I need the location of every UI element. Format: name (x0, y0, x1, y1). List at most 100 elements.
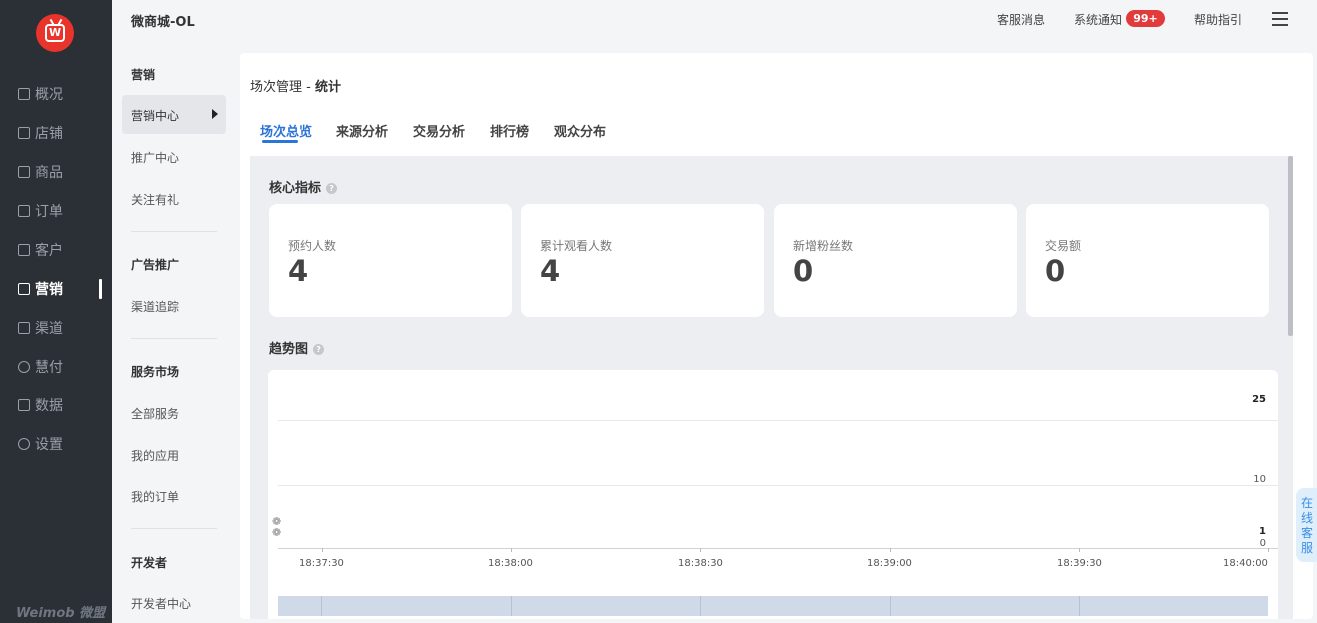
metric-label: 交易额 (1045, 239, 1082, 253)
nav-label: 设置 (35, 437, 63, 453)
tab-audience-distribution[interactable]: 观众分布 (554, 121, 606, 140)
data-icon (18, 399, 30, 411)
online-service-label: 在线客服 (1301, 496, 1314, 555)
help-question-icon[interactable]: ? (313, 344, 325, 355)
breadcrumb-current: 统计 (314, 80, 341, 95)
stats-panel: 核心指标? 预约人数 4 累计观看人数 4 新增粉丝数 0 交易额 0 趋势图?… (250, 156, 1293, 619)
subnav-item-follow-gift[interactable]: 关注有礼 (131, 191, 179, 208)
subnav-item-label: 营销中心 (131, 109, 180, 123)
subnav-item-all-services[interactable]: 全部服务 (131, 405, 179, 422)
help-guide-link[interactable]: 帮助指引 (1194, 11, 1242, 28)
legend-icon[interactable]: ❁ ❁ (272, 516, 281, 538)
store-icon (18, 127, 30, 139)
nav-label: 客户 (35, 243, 63, 259)
x-tick-label: 18:38:30 (678, 558, 723, 569)
panel-scrollbar[interactable] (1288, 156, 1293, 336)
tab-source-analysis[interactable]: 来源分析 (336, 121, 388, 140)
nav-label: 营销 (35, 282, 63, 298)
app-title: 微商城-OL (131, 15, 195, 30)
menu-icon[interactable] (1272, 12, 1288, 26)
channel-icon (18, 322, 30, 334)
metric-card-reservations: 预约人数 4 (269, 204, 512, 317)
weimob-logo-icon[interactable]: W (36, 14, 74, 52)
nav-item-goods[interactable]: 商品 (0, 160, 112, 184)
active-indicator (99, 279, 102, 299)
main-nav: W 概况 店铺 商品 订单 客户 营销 渠道 慧付 数据 设置 Weimob 微… (0, 0, 112, 623)
tab-trade-analysis[interactable]: 交易分析 (413, 121, 465, 140)
metric-card-trade-amount: 交易额 0 (1026, 204, 1269, 317)
metric-card-new-fans: 新增粉丝数 0 (774, 204, 1017, 317)
metric-value: 4 (288, 254, 309, 288)
subnav-item-developer-center[interactable]: 开发者中心 (131, 595, 191, 612)
x-tick-label: 18:37:30 (299, 558, 344, 569)
x-tick-label: 18:40:00 (1223, 558, 1268, 569)
x-tick (1079, 548, 1080, 552)
nav-label: 店铺 (35, 126, 63, 142)
x-tick-label: 18:39:30 (1057, 558, 1102, 569)
gridline (278, 420, 1278, 421)
y-tick-label: 0 (1259, 538, 1266, 549)
help-question-icon[interactable]: ? (326, 183, 338, 194)
tab-session-overview[interactable]: 场次总览 (260, 121, 312, 140)
nav-item-pay[interactable]: 慧付 (0, 355, 112, 379)
active-tab-underline (262, 140, 298, 143)
brand-wordmark: Weimob 微盟 (16, 606, 106, 621)
subnav-section-developer: 开发者 (131, 556, 168, 570)
nav-label: 渠道 (35, 321, 63, 337)
nav-label: 订单 (35, 204, 63, 220)
metric-label: 新增粉丝数 (793, 239, 854, 253)
nav-label: 商品 (35, 165, 63, 181)
breadcrumb-parent[interactable]: 场次管理 - (250, 80, 315, 95)
metric-value: 0 (793, 254, 814, 288)
nav-item-marketing[interactable]: 营销 (0, 277, 112, 301)
nav-item-channel[interactable]: 渠道 (0, 316, 112, 340)
nav-item-order[interactable]: 订单 (0, 199, 112, 223)
caret-right-icon (212, 109, 218, 119)
subnav-item-promotion[interactable]: 推广中心 (131, 149, 179, 166)
overview-icon (18, 88, 30, 100)
nav-label: 概况 (35, 87, 63, 103)
divider (131, 528, 217, 529)
metric-value: 4 (540, 254, 561, 288)
y-tick-label: 1 (1259, 526, 1266, 537)
nav-item-overview[interactable]: 概况 (0, 82, 112, 106)
goods-icon (18, 166, 30, 178)
x-tick-label: 18:39:00 (867, 558, 912, 569)
metric-value: 0 (1045, 254, 1066, 288)
chart-zoom-slider[interactable] (278, 596, 1268, 616)
core-metrics-label: 核心指标 (269, 181, 322, 196)
subnav-item-channel-tracking[interactable]: 渠道追踪 (131, 298, 179, 315)
trend-chart-title: 趋势图? (269, 338, 325, 357)
subnav-item-my-orders[interactable]: 我的订单 (131, 488, 179, 505)
nav-label: 慧付 (35, 360, 63, 376)
nav-item-store[interactable]: 店铺 (0, 121, 112, 145)
divider (131, 338, 217, 339)
service-messages-link[interactable]: 客服消息 (997, 11, 1045, 28)
pay-icon (18, 361, 30, 373)
subnav-section-marketing: 营销 (131, 68, 156, 82)
x-tick (890, 548, 891, 552)
notice-count-badge: 99+ (1126, 10, 1165, 27)
subnav-item-marketing-center[interactable]: 营销中心 (122, 95, 226, 134)
nav-item-data[interactable]: 数据 (0, 393, 112, 417)
subnav-item-my-apps[interactable]: 我的应用 (131, 447, 179, 464)
online-service-button[interactable]: 在线客服 (1296, 488, 1317, 562)
nav-item-settings[interactable]: 设置 (0, 432, 112, 456)
tab-ranking[interactable]: 排行榜 (490, 121, 529, 140)
metric-card-total-viewers: 累计观看人数 4 (521, 204, 764, 317)
divider (131, 231, 217, 232)
x-tick (322, 548, 323, 552)
nav-item-customer[interactable]: 客户 (0, 238, 112, 262)
system-notice-link[interactable]: 系统通知 (1074, 11, 1122, 28)
y-tick-label: 25 (1252, 394, 1266, 405)
x-tick (700, 548, 701, 552)
marketing-icon (18, 283, 30, 295)
y-tick-label: 10 (1253, 474, 1266, 485)
order-icon (18, 205, 30, 217)
x-axis-line (278, 548, 1278, 549)
x-tick (1268, 548, 1269, 552)
content-card: 场次管理 - 统计 场次总览 来源分析 交易分析 排行榜 观众分布 核心指标? … (240, 53, 1313, 619)
customer-icon (18, 244, 30, 256)
nav-label: 数据 (35, 398, 63, 414)
x-tick-label: 18:38:00 (488, 558, 533, 569)
